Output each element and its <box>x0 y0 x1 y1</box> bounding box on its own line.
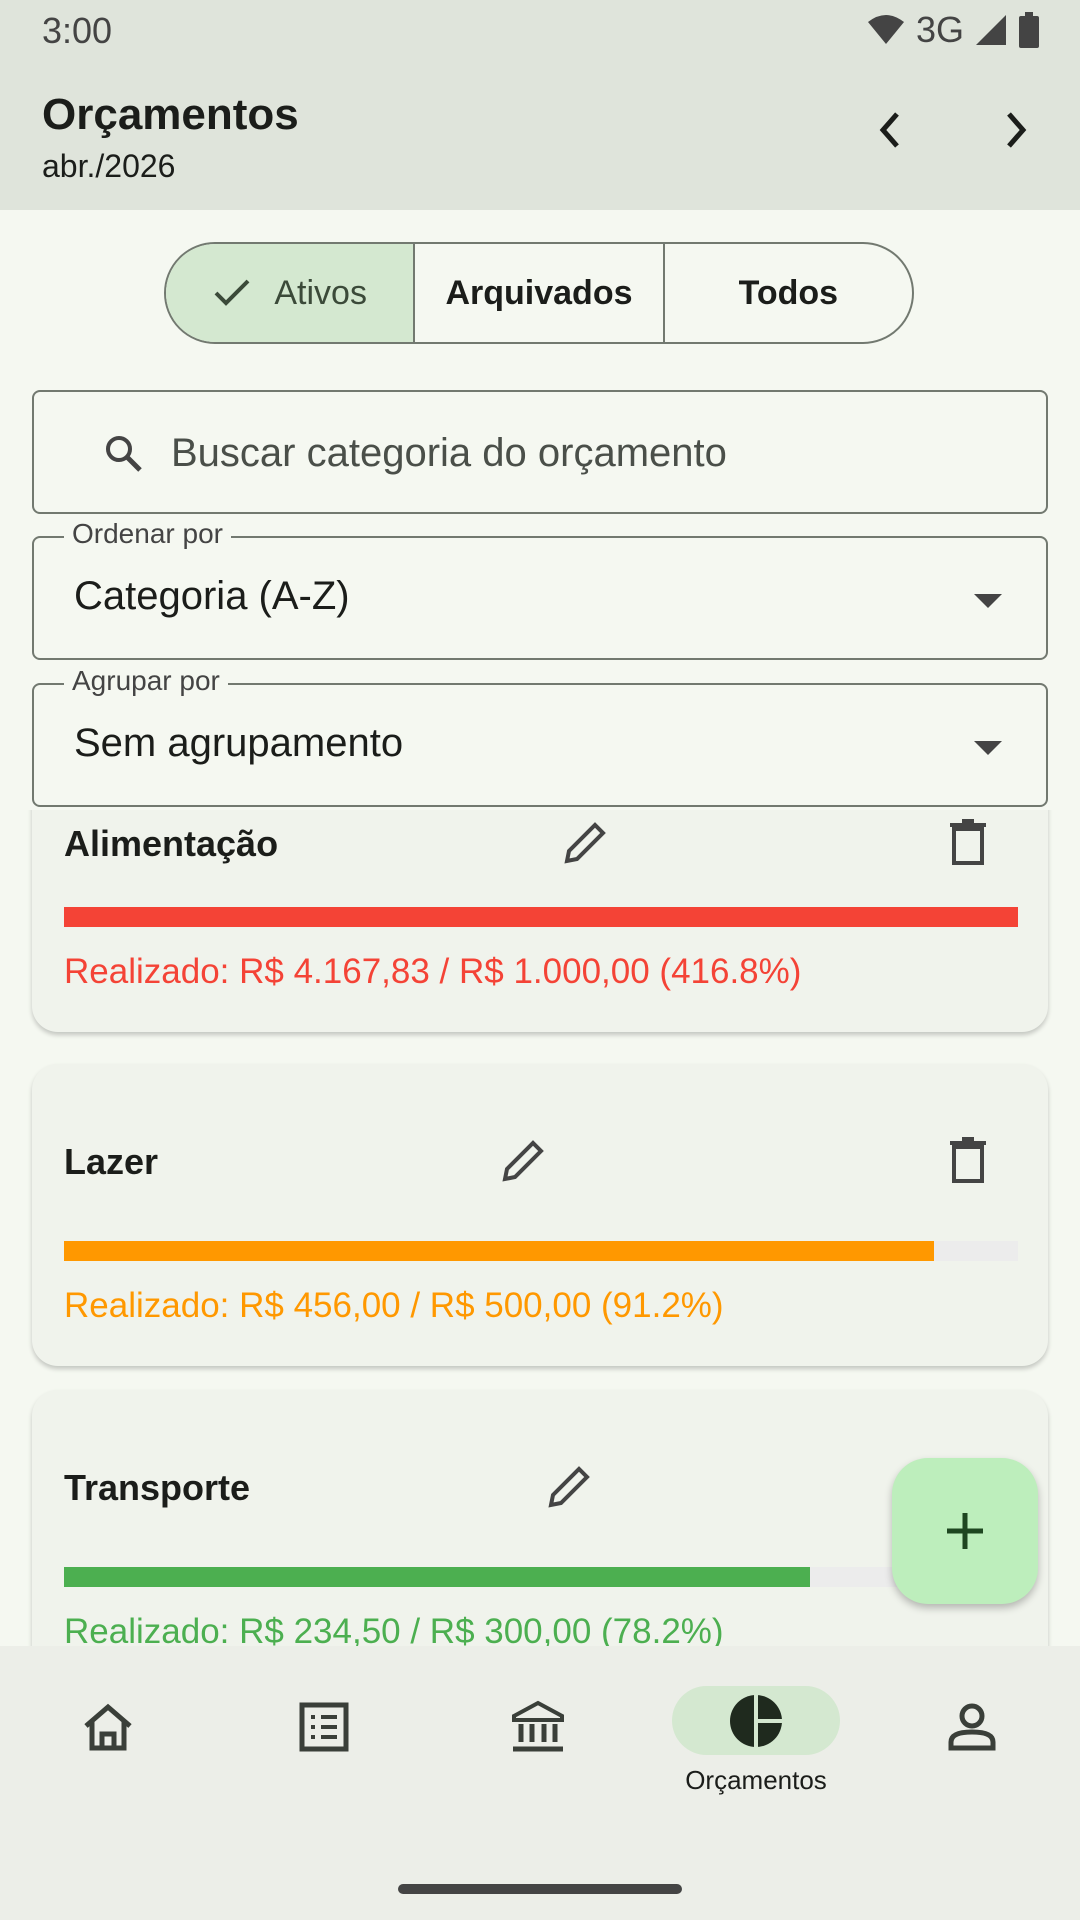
nav-profile[interactable] <box>897 1686 1047 1796</box>
sort-dropdown[interactable]: Ordenar por Categoria (A-Z) <box>32 518 1048 660</box>
tab-arquivados[interactable]: Arquivados <box>415 244 665 342</box>
sort-label: Ordenar por <box>64 518 231 550</box>
budget-card[interactable]: Alimentação Realizado: R$ 4.167,83 / R$ … <box>32 810 1048 1032</box>
bank-icon <box>512 1700 564 1752</box>
status-bar: 3:00 3G <box>0 0 1080 60</box>
progress-bar <box>64 907 1018 927</box>
nav-indicator <box>24 1686 192 1768</box>
battery-icon <box>1019 12 1039 48</box>
nav-home[interactable] <box>33 1686 183 1796</box>
group-value: Sem agrupamento <box>74 721 404 765</box>
nav-accounts[interactable] <box>463 1686 613 1796</box>
chevron-left-icon <box>879 112 899 148</box>
delete-button[interactable] <box>938 812 998 872</box>
tab-label: Todos <box>738 273 839 312</box>
add-budget-button[interactable] <box>892 1458 1038 1604</box>
budget-realized-text: Realizado: R$ 234,50 / R$ 300,00 (78.2%) <box>64 1612 724 1646</box>
progress-bar <box>64 1241 935 1261</box>
budget-realized-text: Realizado: R$ 456,00 / R$ 500,00 (91.2%) <box>64 1286 724 1325</box>
page-title: Orçamentos <box>42 90 299 139</box>
search-field[interactable] <box>32 390 1048 514</box>
status-time: 3:00 <box>42 10 113 51</box>
nav-transactions[interactable] <box>249 1686 399 1796</box>
search-input[interactable] <box>169 422 993 484</box>
tab-label: Arquivados <box>445 273 633 312</box>
trash-icon <box>950 819 986 865</box>
sort-value: Categoria (A-Z) <box>74 574 350 618</box>
check-icon <box>214 279 250 306</box>
trash-icon <box>950 1137 986 1183</box>
tab-ativos[interactable]: Ativos <box>166 244 416 342</box>
budget-category: Alimentação <box>64 823 279 864</box>
edit-button[interactable] <box>494 1130 554 1190</box>
budget-category: Lazer <box>64 1141 159 1182</box>
home-indicator[interactable] <box>398 1884 682 1894</box>
nav-budgets[interactable]: Orçamentos <box>672 1686 840 1796</box>
chevron-right-icon <box>1007 112 1027 148</box>
budget-category: Transporte <box>64 1467 251 1508</box>
progress-track <box>64 1241 1018 1261</box>
progress-track <box>64 1567 1018 1587</box>
dropdown-arrow-icon <box>974 594 1002 608</box>
edit-button[interactable] <box>540 1456 600 1516</box>
wifi-icon <box>867 15 904 44</box>
group-label: Agrupar por <box>64 665 228 697</box>
progress-bar <box>64 1567 811 1587</box>
pencil-icon <box>502 1140 544 1182</box>
budget-card[interactable]: Lazer Realizado: R$ 456,00 / R$ 500,00 (… <box>32 1064 1048 1366</box>
signal-icon <box>976 15 1006 45</box>
previous-month-button[interactable] <box>860 100 920 160</box>
tab-todos[interactable]: Todos <box>665 244 912 342</box>
period-label: abr./2026 <box>42 148 176 184</box>
pencil-icon <box>548 1466 590 1508</box>
pie-chart-icon <box>730 1694 782 1747</box>
app-bar: Orçamentos abr./2026 <box>0 60 1080 210</box>
list-icon <box>299 1702 349 1752</box>
progress-track <box>64 907 1018 927</box>
person-icon <box>948 1703 996 1751</box>
bottom-navigation: Orçamentos <box>0 1646 1080 1920</box>
budget-realized-text: Realizado: R$ 4.167,83 / R$ 1.000,00 (41… <box>64 952 802 991</box>
delete-button[interactable] <box>938 1130 998 1190</box>
status-filter: Ativos Arquivados Todos <box>164 242 914 344</box>
nav-indicator <box>454 1686 622 1768</box>
nav-indicator <box>240 1686 408 1768</box>
nav-label: Orçamentos <box>685 1765 827 1795</box>
nav-indicator <box>888 1686 1056 1768</box>
group-dropdown[interactable]: Agrupar por Sem agrupamento <box>32 665 1048 807</box>
pencil-icon <box>564 822 606 864</box>
plus-icon <box>947 1513 983 1549</box>
network-type: 3G <box>915 9 964 50</box>
nav-indicator <box>672 1686 840 1755</box>
tab-label: Ativos <box>274 273 367 312</box>
dropdown-arrow-icon <box>974 741 1002 755</box>
home-icon <box>84 1703 132 1751</box>
status-icons: 3G <box>866 9 1040 50</box>
search-icon <box>106 436 142 472</box>
next-month-button[interactable] <box>986 100 1046 160</box>
edit-button[interactable] <box>556 812 616 872</box>
